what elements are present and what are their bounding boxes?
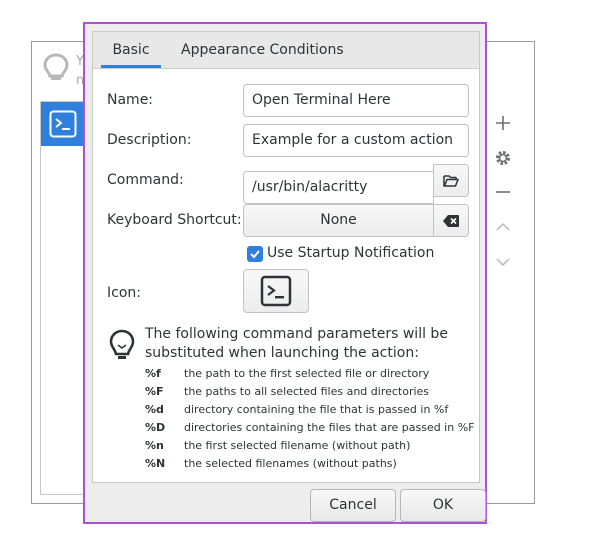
browse-button[interactable]	[433, 164, 469, 197]
param-row: %F the paths to all selected files and d…	[145, 383, 474, 401]
param-key: %d	[145, 403, 164, 416]
cancel-button[interactable]: Cancel	[310, 489, 396, 522]
add-icon[interactable]	[488, 108, 518, 138]
terminal-icon	[260, 275, 292, 307]
param-desc: directories containing the files that ar…	[184, 421, 475, 434]
name-label: Name:	[107, 92, 154, 108]
param-desc: the first selected filename (without pat…	[184, 439, 411, 452]
startup-notification-checkbox[interactable]	[247, 246, 263, 262]
checkmark-icon	[250, 250, 260, 259]
terminal-icon	[49, 110, 77, 138]
tab-appearance-conditions[interactable]: Appearance Conditions	[173, 32, 352, 69]
backspace-icon	[443, 214, 459, 227]
param-row: %n the first selected filename (without …	[145, 437, 474, 455]
icon-label: Icon:	[107, 285, 141, 301]
action-list-item[interactable]	[41, 102, 85, 146]
folder-open-icon	[443, 174, 459, 187]
notebook: Basic Appearance Conditions Name: Open T…	[92, 31, 480, 483]
param-key: %f	[145, 367, 161, 380]
param-key: %n	[145, 439, 164, 452]
param-row: %f the path to the first selected file o…	[145, 365, 474, 383]
ok-button[interactable]: OK	[400, 489, 486, 522]
lightbulb-icon	[43, 53, 69, 87]
icon-chooser-button[interactable]	[243, 269, 309, 313]
parameters-info-text: The following command parameters will be…	[145, 326, 448, 361]
param-row: %D directories containing the files that…	[145, 419, 474, 437]
param-desc: the path to the first selected file or d…	[184, 367, 430, 380]
param-row: %N the selected filenames (without paths…	[145, 455, 474, 473]
edit-action-dialog: Basic Appearance Conditions Name: Open T…	[83, 22, 487, 524]
lightbulb-icon	[109, 329, 135, 367]
param-desc: the paths to all selected files and dire…	[184, 385, 430, 398]
gear-icon[interactable]	[488, 143, 518, 173]
parameters-list: %f the path to the first selected file o…	[145, 365, 474, 473]
param-key: %F	[145, 385, 164, 398]
description-label: Description:	[107, 132, 192, 148]
param-row: %d directory containing the file that is…	[145, 401, 474, 419]
tab-basic[interactable]: Basic	[101, 32, 161, 68]
chevron-down-icon[interactable]	[488, 247, 518, 277]
tab-bar: Basic Appearance Conditions	[93, 32, 479, 69]
param-desc: directory containing the file that is pa…	[184, 403, 449, 416]
command-field[interactable]: /usr/bin/alacritty	[243, 171, 434, 204]
chevron-up-icon[interactable]	[488, 212, 518, 242]
clear-shortcut-button[interactable]	[433, 204, 469, 237]
remove-icon[interactable]	[488, 177, 518, 207]
command-label: Command:	[107, 172, 184, 188]
description-field[interactable]: Example for a custom action	[243, 124, 469, 157]
param-desc: the selected filenames (without paths)	[184, 457, 397, 470]
param-key: %D	[145, 421, 166, 434]
shortcut-button[interactable]: None	[243, 204, 434, 237]
shortcut-label: Keyboard Shortcut:	[107, 212, 242, 228]
startup-notification-label[interactable]: Use Startup Notification	[267, 245, 434, 261]
param-key: %N	[145, 457, 166, 470]
name-field[interactable]: Open Terminal Here	[243, 84, 469, 117]
action-list[interactable]	[40, 101, 86, 495]
